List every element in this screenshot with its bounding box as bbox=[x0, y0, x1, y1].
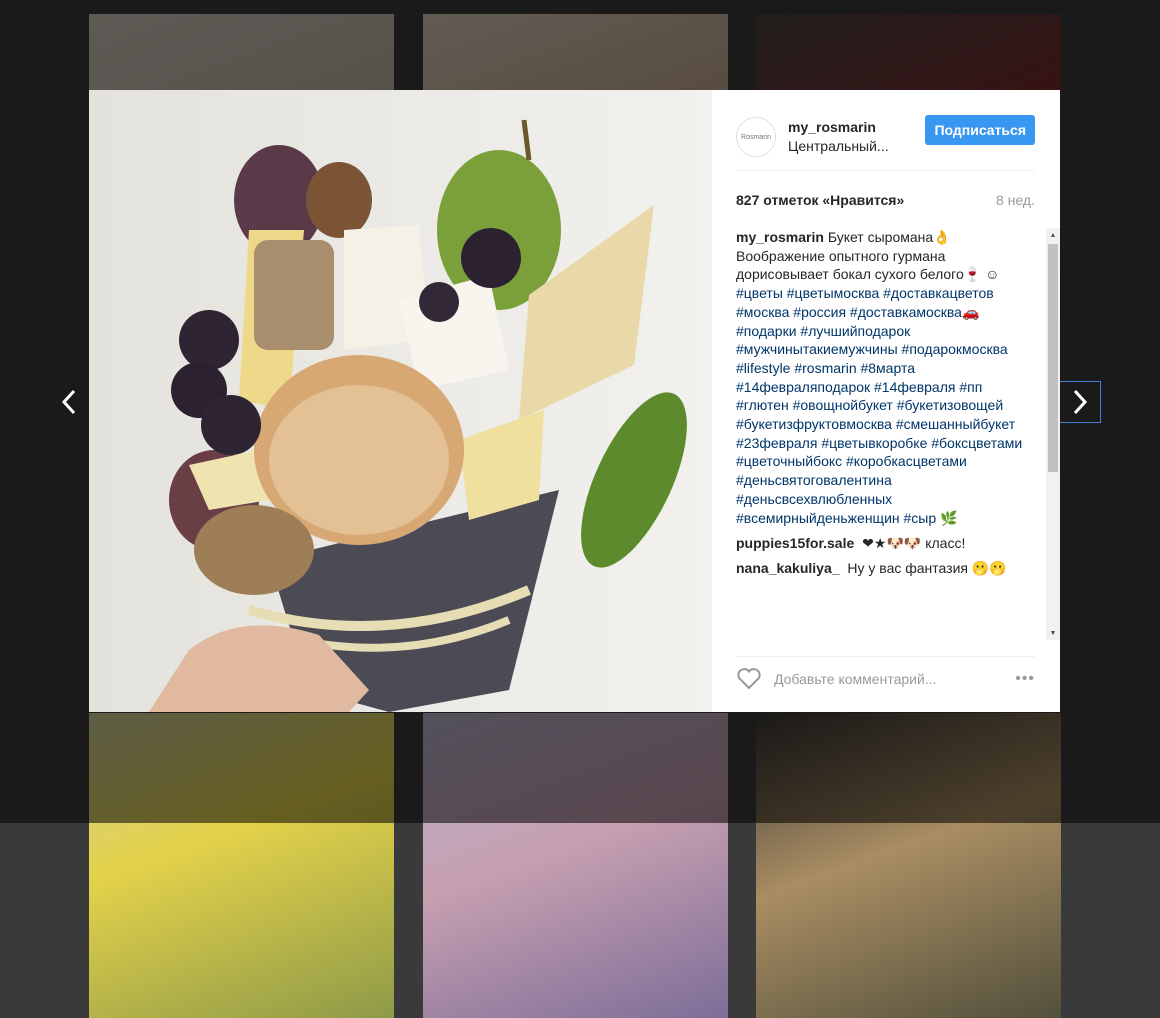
post-sidebar: Rosmarin my_rosmarin Центральный... Подп… bbox=[712, 90, 1060, 712]
likes-count[interactable]: 827 отметок «Нравится» bbox=[736, 192, 904, 208]
comment-bar: ••• bbox=[736, 656, 1035, 701]
comment-username[interactable]: nana_kakuliya_ bbox=[736, 560, 840, 576]
more-options-icon[interactable]: ••• bbox=[1015, 670, 1035, 688]
chevron-left-icon bbox=[61, 389, 76, 415]
comment-item: nana_kakuliya_ Ну у вас фантазия 🫢🫢 bbox=[736, 560, 1041, 577]
post-age[interactable]: 8 нед. bbox=[996, 192, 1035, 208]
scroll-up-arrow-icon[interactable]: ▲ bbox=[1046, 228, 1060, 242]
post-photo[interactable] bbox=[89, 90, 712, 712]
likes-row: 827 отметок «Нравится» 8 нед. bbox=[736, 192, 1035, 208]
heart-icon[interactable] bbox=[736, 667, 762, 691]
avatar[interactable]: Rosmarin bbox=[736, 117, 776, 157]
username-link[interactable]: my_rosmarin bbox=[788, 118, 889, 137]
comment-item: puppies15for.sale ❤★🐶🐶 класс! bbox=[736, 535, 1041, 552]
post-header: Rosmarin my_rosmarin Центральный... Подп… bbox=[736, 104, 1035, 171]
comments-list[interactable]: my_rosmarin Букет сыромана👌 Воображение … bbox=[736, 228, 1041, 640]
caption-hashtags[interactable]: #цветы #цветымосква #доставкацветов #мос… bbox=[736, 285, 1022, 525]
caption-username[interactable]: my_rosmarin bbox=[736, 229, 824, 245]
scroll-down-arrow-icon[interactable]: ▼ bbox=[1046, 626, 1060, 640]
comment-username[interactable]: puppies15for.sale bbox=[736, 535, 854, 551]
chevron-right-icon bbox=[1073, 389, 1088, 415]
post-modal: Rosmarin my_rosmarin Центральный... Подп… bbox=[89, 90, 1060, 712]
post-author: my_rosmarin Центральный... bbox=[788, 118, 889, 156]
follow-button[interactable]: Подписаться bbox=[925, 115, 1035, 145]
location-link[interactable]: Центральный... bbox=[788, 137, 889, 156]
previous-post-button[interactable] bbox=[48, 381, 90, 423]
comment-input[interactable] bbox=[772, 670, 986, 688]
post-caption: my_rosmarin Букет сыромана👌 Воображение … bbox=[736, 228, 1028, 527]
comment-text: ❤★🐶🐶 класс! bbox=[862, 535, 966, 552]
next-post-button[interactable] bbox=[1059, 381, 1101, 423]
comment-text: Ну у вас фантазия 🫢🫢 bbox=[847, 560, 1007, 577]
scroll-thumb[interactable] bbox=[1048, 244, 1058, 472]
comments-scrollbar[interactable]: ▲ ▼ bbox=[1046, 228, 1060, 640]
